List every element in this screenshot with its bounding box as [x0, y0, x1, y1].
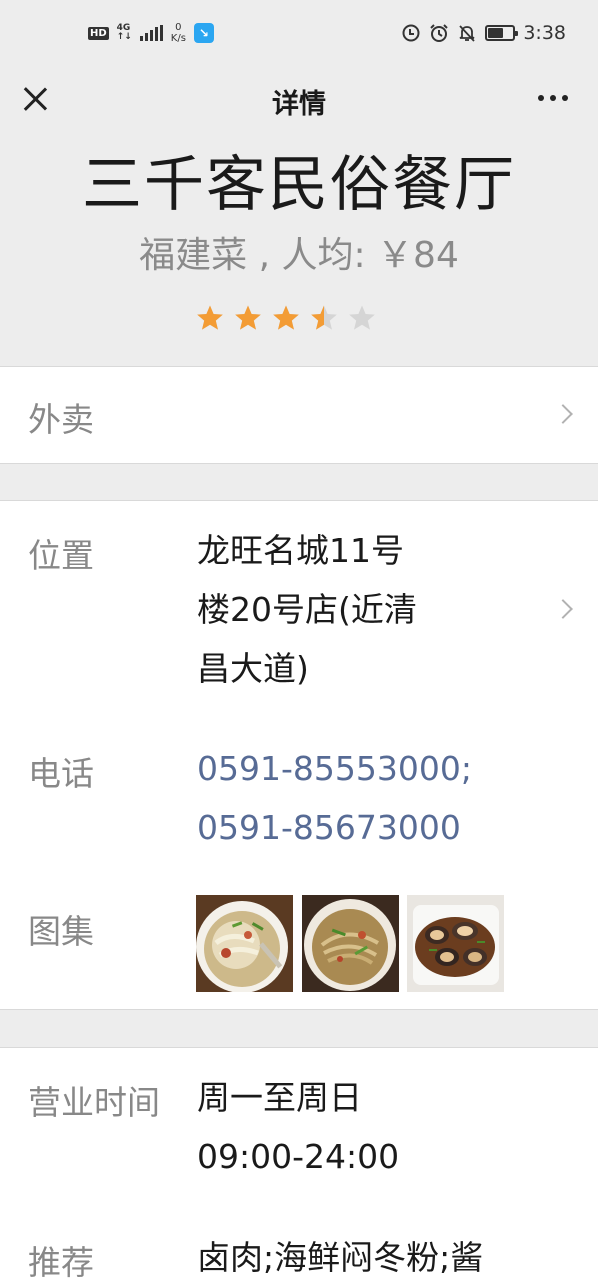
gallery-photo-clams[interactable]	[407, 895, 504, 992]
location-line: 楼20号店(近清	[197, 590, 417, 629]
location-line: 昌大道)	[197, 649, 309, 688]
hd-badge: HD	[88, 26, 109, 40]
chevron-right-icon[interactable]	[553, 599, 573, 619]
hours-label: 营业时间	[28, 1083, 160, 1122]
star-icon	[348, 304, 376, 332]
location-label: 位置	[28, 536, 94, 575]
clock: 3:38	[523, 22, 566, 44]
location-address[interactable]: 龙旺名城11号 楼20号店(近清 昌大道)	[197, 521, 417, 698]
recommend-label: 推荐	[28, 1243, 94, 1280]
gallery-label: 图集	[28, 912, 94, 951]
gallery-photo-noodle-soup[interactable]	[196, 895, 293, 992]
star-icon	[310, 304, 338, 332]
page-title: 详情	[272, 89, 326, 120]
takeout-row[interactable]: 外卖	[0, 366, 598, 464]
phone-label: 电话	[28, 754, 94, 793]
phone-link[interactable]: 0591-85553000;	[197, 739, 472, 798]
status-bar: HD 4G ↑↓ 0 K/s ↘ 3:38	[0, 0, 598, 70]
gallery	[196, 895, 506, 992]
hours-line: 周一至周日	[197, 1078, 362, 1117]
hours-line: 09:00-24:00	[197, 1137, 400, 1176]
recommend-dishes: 卤肉;海鲜闷冬粉;酱	[197, 1238, 484, 1277]
chevron-right-icon	[553, 404, 573, 424]
rating-stars	[196, 304, 376, 332]
battery-fill	[488, 28, 503, 38]
takeout-label: 外卖	[28, 400, 94, 439]
hours-value: 周一至周日 09:00-24:00	[197, 1068, 399, 1186]
status-left: HD 4G ↑↓ 0 K/s ↘	[88, 22, 214, 44]
star-icon	[234, 304, 262, 332]
network-type: 4G ↑↓	[117, 24, 132, 42]
hours-section: 营业时间 周一至周日 09:00-24:00 推荐 卤肉;海鲜闷冬粉;酱	[0, 1047, 598, 1280]
mute-notification-icon	[457, 23, 477, 43]
alarm-icon	[429, 23, 449, 43]
network-type-bottom: ↑↓	[116, 32, 132, 42]
info-section: 位置 龙旺名城11号 楼20号店(近清 昌大道) 电话 0591-8555300…	[0, 500, 598, 1010]
more-options-icon[interactable]	[538, 95, 568, 101]
star-icon	[272, 304, 300, 332]
network-speed: 0 K/s	[171, 22, 186, 44]
restaurant-name: 三千客民俗餐厅	[82, 150, 516, 220]
network-speed-unit: K/s	[170, 33, 186, 44]
restaurant-cuisine-price: 福建菜 , 人均: ￥84	[139, 235, 459, 276]
signal-icon	[139, 25, 163, 41]
phone-numbers: 0591-85553000; 0591-85673000	[197, 739, 472, 857]
message-app-icon: ↘	[193, 23, 214, 43]
location-line: 龙旺名城11号	[197, 531, 404, 570]
data-saver-icon	[401, 23, 421, 43]
status-right: 3:38	[401, 22, 566, 44]
gallery-photo-noodle-bowl[interactable]	[302, 895, 399, 992]
phone-link[interactable]: 0591-85673000	[197, 798, 472, 857]
battery-icon	[485, 25, 519, 41]
star-icon	[196, 304, 224, 332]
network-speed-value: 0	[175, 22, 182, 33]
